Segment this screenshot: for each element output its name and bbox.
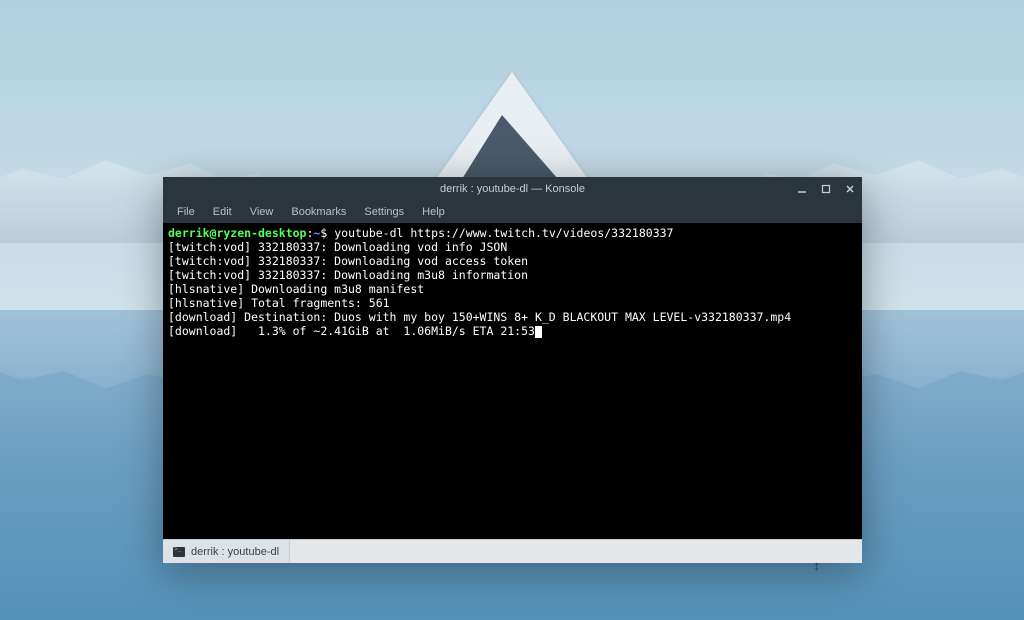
output-line: [download] Destination: Duos with my boy… [168,310,791,324]
menu-bookmarks[interactable]: Bookmarks [283,204,354,220]
terminal-tab[interactable]: derrik : youtube-dl [163,540,290,563]
konsole-window: derrik : youtube-dl — Konsole File Edit … [163,177,862,563]
output-line: [hlsnative] Downloading m3u8 manifest [168,282,424,296]
maximize-button[interactable] [818,181,834,197]
terminal-icon [173,547,185,557]
output-line: [download] 1.3% of ~2.41GiB at 1.06MiB/s… [168,324,535,338]
output-line: [twitch:vod] 332180337: Downloading m3u8… [168,268,528,282]
menubar: File Edit View Bookmarks Settings Help [163,201,862,223]
menu-help[interactable]: Help [414,204,453,220]
close-button[interactable] [842,181,858,197]
menu-file[interactable]: File [169,204,203,220]
output-line: [twitch:vod] 332180337: Downloading vod … [168,240,507,254]
menu-settings[interactable]: Settings [356,204,412,220]
tab-label: derrik : youtube-dl [191,546,279,558]
cursor [535,326,542,338]
menu-view[interactable]: View [242,204,282,220]
menu-edit[interactable]: Edit [205,204,240,220]
output-line: [hlsnative] Total fragments: 561 [168,296,390,310]
prompt-command: youtube-dl https://www.twitch.tv/videos/… [334,226,673,240]
tab-bar: derrik : youtube-dl [163,539,862,563]
window-titlebar[interactable]: derrik : youtube-dl — Konsole [163,177,862,201]
resize-handle-icon[interactable]: ↕ [814,558,821,573]
minimize-button[interactable] [794,181,810,197]
output-line: [twitch:vod] 332180337: Downloading vod … [168,254,528,268]
window-title: derrik : youtube-dl — Konsole [440,183,585,195]
prompt-user-host: derrik@ryzen-desktop [168,226,306,240]
terminal-output[interactable]: derrik@ryzen-desktop:~$ youtube-dl https… [163,223,862,539]
